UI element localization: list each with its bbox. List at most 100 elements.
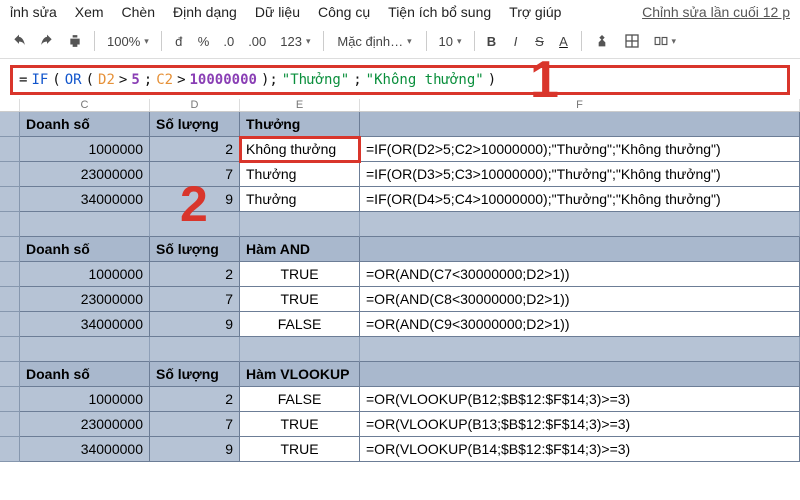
- menu-insert[interactable]: Chèn: [122, 4, 155, 20]
- formula-token: "Không thưởng": [366, 72, 484, 88]
- cell[interactable]: TRUE: [240, 262, 360, 287]
- col-header[interactable]: D: [150, 99, 240, 111]
- cell[interactable]: 1000000: [20, 262, 150, 287]
- formula-token: =: [19, 72, 27, 88]
- formula-cell[interactable]: =IF(OR(D4>5;C4>10000000);"Thưởng";"Không…: [360, 187, 800, 212]
- menu-view[interactable]: Xem: [75, 4, 104, 20]
- cell[interactable]: 2: [150, 387, 240, 412]
- cell[interactable]: 2: [150, 137, 240, 162]
- formula-token: IF: [31, 72, 48, 88]
- formula-cell[interactable]: =IF(OR(D2>5;C2>10000000);"Thưởng";"Không…: [360, 137, 800, 162]
- col-header[interactable]: E: [240, 99, 360, 111]
- cell[interactable]: Không thưởng: [240, 137, 360, 162]
- formula-token: );: [261, 72, 278, 88]
- cell[interactable]: [360, 337, 800, 362]
- cell[interactable]: [360, 212, 800, 237]
- column-header-row: C D E F: [0, 99, 800, 112]
- cell[interactable]: 23000000: [20, 162, 150, 187]
- fill-color-icon[interactable]: [588, 28, 616, 54]
- menu-format[interactable]: Định dạng: [173, 4, 237, 20]
- col-header[interactable]: F: [360, 99, 800, 111]
- annotation-2: 2: [180, 175, 208, 233]
- col-header[interactable]: C: [20, 99, 150, 111]
- redo-icon[interactable]: [34, 28, 60, 54]
- cell[interactable]: TRUE: [240, 437, 360, 462]
- undo-icon[interactable]: [6, 28, 32, 54]
- table-header[interactable]: Số lượng: [150, 237, 240, 262]
- table-header[interactable]: Doanh số: [20, 362, 150, 387]
- percent-button[interactable]: %: [192, 28, 216, 54]
- menu-help[interactable]: Trợ giúp: [509, 4, 561, 20]
- formula-token: "Thưởng": [282, 72, 349, 88]
- formula-cell[interactable]: =OR(VLOOKUP(B12;$B$12:$F$14;3)>=3): [360, 387, 800, 412]
- formula-token: >: [119, 72, 127, 88]
- formula-cell[interactable]: =IF(OR(D3>5;C3>10000000);"Thưởng";"Không…: [360, 162, 800, 187]
- table-header[interactable]: Hàm VLOOKUP: [240, 362, 360, 387]
- formula-cell[interactable]: =OR(AND(C7<30000000;D2>1)): [360, 262, 800, 287]
- formula-cell[interactable]: =OR(VLOOKUP(B13;$B$12:$F$14;3)>=3): [360, 412, 800, 437]
- cell[interactable]: [150, 337, 240, 362]
- spreadsheet-grid[interactable]: Doanh sốSố lượngThưởng10000002Không thưở…: [0, 112, 800, 462]
- cell[interactable]: FALSE: [240, 312, 360, 337]
- formula-token: D2: [98, 72, 115, 88]
- formula-token: C2: [156, 72, 173, 88]
- last-edit-link[interactable]: Chỉnh sửa lần cuối 12 p: [642, 4, 790, 20]
- formula-token: ): [488, 72, 496, 88]
- table-header[interactable]: Số lượng: [150, 362, 240, 387]
- increase-decimal-button[interactable]: .00: [242, 28, 272, 54]
- cell[interactable]: 1000000: [20, 137, 150, 162]
- menu-data[interactable]: Dữ liệu: [255, 4, 300, 20]
- cell[interactable]: TRUE: [240, 287, 360, 312]
- formula-token: 5: [131, 72, 139, 88]
- table-header[interactable]: Số lượng: [150, 112, 240, 137]
- menu-edit[interactable]: ỉnh sửa: [10, 4, 57, 20]
- formula-token: (: [86, 72, 94, 88]
- formula-bar[interactable]: =IF(OR(D2>5;C2>10000000);"Thưởng";"Không…: [10, 65, 790, 95]
- cell[interactable]: 23000000: [20, 287, 150, 312]
- menu-addons[interactable]: Tiện ích bổ sung: [388, 4, 491, 20]
- bold-button[interactable]: B: [481, 28, 503, 54]
- cell[interactable]: 34000000: [20, 437, 150, 462]
- table-header[interactable]: Thưởng: [240, 112, 360, 137]
- borders-icon[interactable]: [618, 28, 646, 54]
- cell[interactable]: 9: [150, 437, 240, 462]
- cell[interactable]: [20, 212, 150, 237]
- formula-token: >: [177, 72, 185, 88]
- formula-cell[interactable]: =OR(VLOOKUP(B14;$B$12:$F$14;3)>=3): [360, 437, 800, 462]
- font-family-select[interactable]: Mặc định…: [330, 28, 420, 54]
- table-header[interactable]: Hàm AND: [240, 237, 360, 262]
- cell[interactable]: [20, 337, 150, 362]
- cell[interactable]: 7: [150, 412, 240, 437]
- cell[interactable]: 2: [150, 262, 240, 287]
- cell[interactable]: Thưởng: [240, 162, 360, 187]
- cell[interactable]: 23000000: [20, 412, 150, 437]
- font-size-select[interactable]: 10: [433, 28, 468, 54]
- decrease-decimal-button[interactable]: .0: [217, 28, 240, 54]
- cell[interactable]: TRUE: [240, 412, 360, 437]
- cell[interactable]: Thưởng: [240, 187, 360, 212]
- table-header[interactable]: Doanh số: [20, 237, 150, 262]
- cell[interactable]: [360, 112, 800, 137]
- formula-cell[interactable]: =OR(AND(C9<30000000;D2>1)): [360, 312, 800, 337]
- menu-tools[interactable]: Công cụ: [318, 4, 370, 20]
- cell[interactable]: FALSE: [240, 387, 360, 412]
- cell[interactable]: 34000000: [20, 312, 150, 337]
- cell[interactable]: 34000000: [20, 187, 150, 212]
- toolbar: 100% đ % .0 .00 123 Mặc định… 10 B I S A: [0, 24, 800, 59]
- number-format-button[interactable]: 123: [274, 28, 316, 54]
- cell[interactable]: [360, 362, 800, 387]
- italic-button[interactable]: I: [505, 28, 527, 54]
- cell[interactable]: [240, 212, 360, 237]
- currency-button[interactable]: đ: [168, 28, 190, 54]
- formula-cell[interactable]: =OR(AND(C8<30000000;D2>1)): [360, 287, 800, 312]
- rowcol-corner[interactable]: [0, 99, 20, 111]
- cell[interactable]: 7: [150, 287, 240, 312]
- cell[interactable]: 1000000: [20, 387, 150, 412]
- print-icon[interactable]: [62, 28, 88, 54]
- table-header[interactable]: Doanh số: [20, 112, 150, 137]
- cell[interactable]: 9: [150, 312, 240, 337]
- cell[interactable]: [240, 337, 360, 362]
- merge-cells-icon[interactable]: [648, 28, 683, 54]
- zoom-select[interactable]: 100%: [101, 28, 155, 54]
- cell[interactable]: [360, 237, 800, 262]
